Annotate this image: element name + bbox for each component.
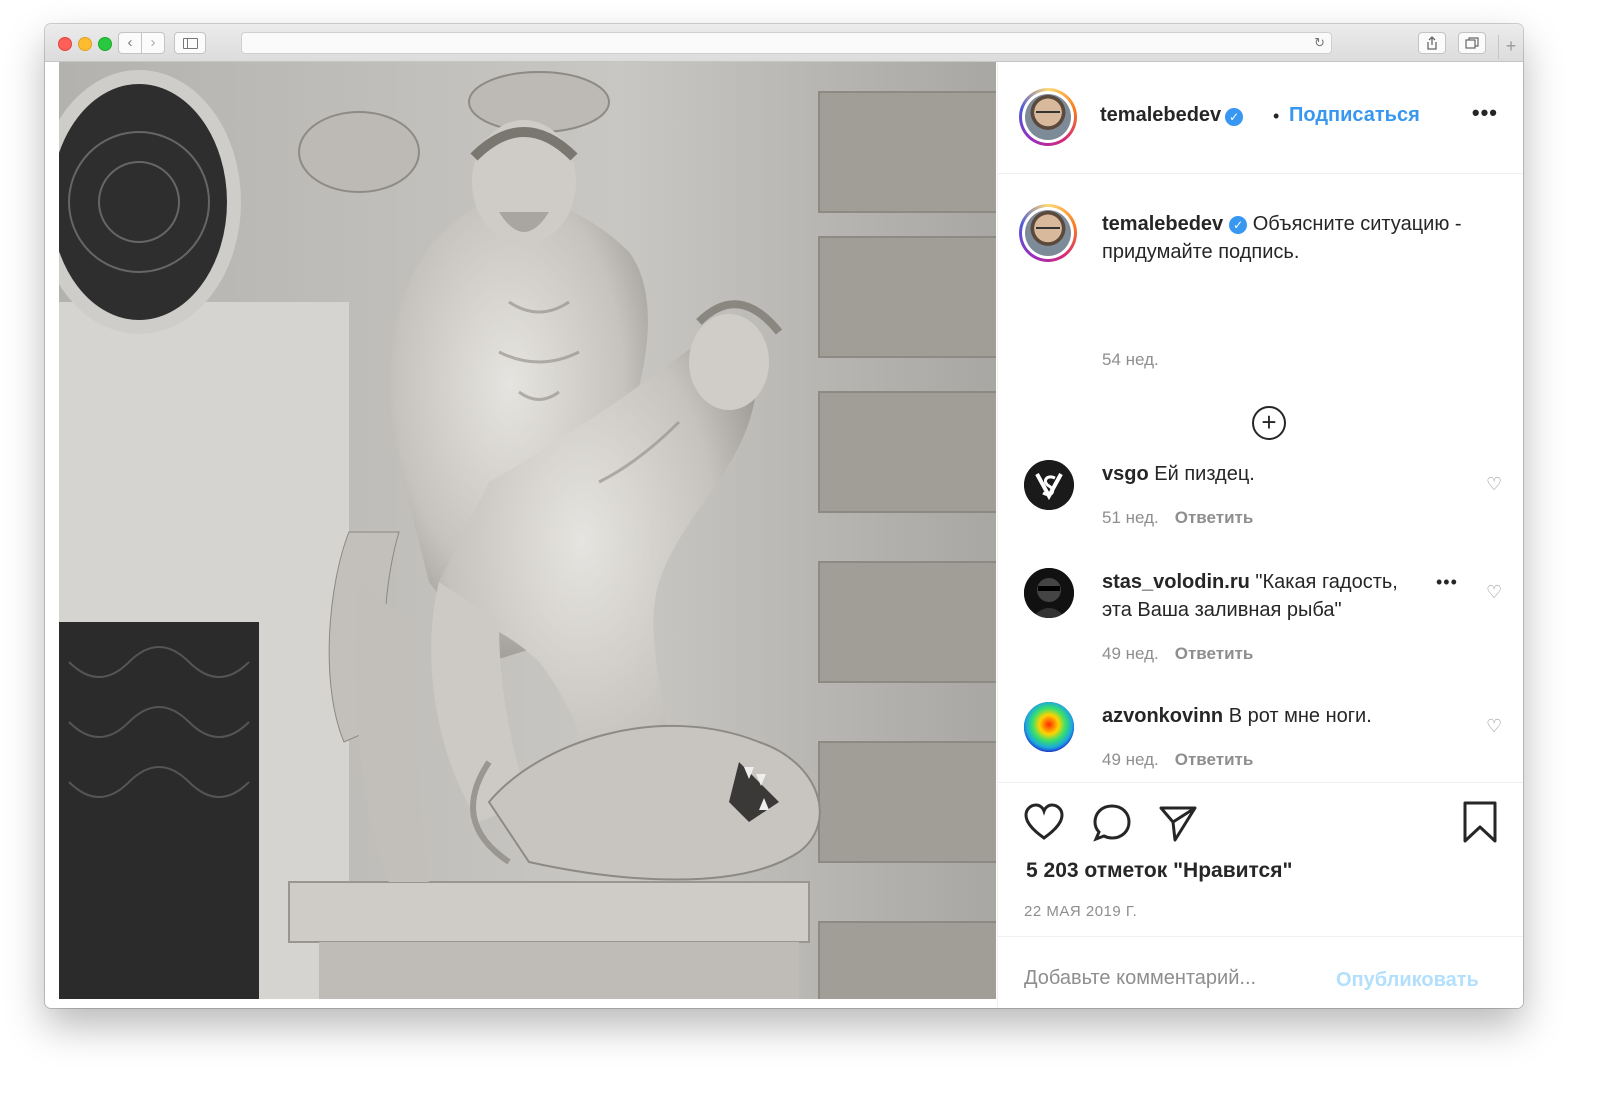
bookmark-icon[interactable] bbox=[1462, 801, 1498, 843]
browser-toolbar: ‹ › ↻ + bbox=[45, 24, 1523, 62]
post-photo[interactable] bbox=[59, 62, 996, 999]
follow-button[interactable]: Подписаться bbox=[1289, 104, 1420, 127]
comment-like-heart-icon[interactable]: ♡ bbox=[1486, 582, 1504, 602]
new-tab-button[interactable]: + bbox=[1498, 35, 1523, 59]
share-icon bbox=[1427, 36, 1437, 50]
add-comment-bar: Добавьте комментарий... Опубликовать bbox=[998, 936, 1523, 1008]
commenter-username-link[interactable]: stas_volodin.ru bbox=[1102, 571, 1250, 593]
stas-avatar-image bbox=[1024, 568, 1074, 618]
chevron-left-icon: ‹ bbox=[127, 34, 133, 51]
heart-icon[interactable] bbox=[1024, 803, 1064, 843]
comment-text: vsgo Ей пиздец. bbox=[1102, 460, 1462, 488]
address-bar[interactable]: ↻ bbox=[241, 32, 1332, 54]
reply-button[interactable]: Ответить bbox=[1175, 644, 1254, 663]
tabs-overview-icon bbox=[1465, 37, 1479, 49]
comment-options-icon[interactable]: ••• bbox=[1436, 572, 1458, 593]
show-tabs-button[interactable] bbox=[1458, 32, 1486, 54]
forward-button[interactable]: › bbox=[141, 32, 165, 54]
more-options-icon[interactable]: ••• bbox=[1472, 100, 1498, 126]
azvonkovinn-avatar-image bbox=[1024, 702, 1074, 752]
comment-input[interactable]: Добавьте комментарий... bbox=[1024, 967, 1256, 990]
comment-body: В рот мне ноги. bbox=[1228, 705, 1372, 727]
minimize-window-button[interactable] bbox=[78, 37, 92, 51]
caption-time[interactable]: 54 нед. bbox=[1102, 350, 1159, 370]
comment-text: stas_volodin.ru "Какая гадость, эта Ваша… bbox=[1102, 568, 1432, 624]
statue-photo-image bbox=[59, 62, 996, 999]
speech-bubble-icon[interactable] bbox=[1092, 803, 1132, 843]
paper-plane-icon[interactable] bbox=[1158, 803, 1198, 843]
comment-time[interactable]: 49 нед. bbox=[1102, 644, 1159, 663]
publish-comment-button[interactable]: Опубликовать bbox=[1336, 969, 1479, 992]
comment-like-heart-icon[interactable]: ♡ bbox=[1486, 716, 1504, 736]
sidebar-toggle-button[interactable] bbox=[174, 32, 206, 54]
comment-meta: 49 нед. Ответить bbox=[1102, 644, 1253, 664]
sidebar-icon bbox=[183, 38, 198, 49]
share-button[interactable] bbox=[1418, 32, 1446, 54]
commenter-avatar[interactable] bbox=[1024, 702, 1074, 752]
post-date[interactable]: 22 МАЯ 2019 Г. bbox=[1024, 903, 1137, 920]
commenter-username-link[interactable]: vsgo bbox=[1102, 463, 1149, 485]
vsgo-logo-icon bbox=[1024, 460, 1074, 510]
author-name-row: temalebedev ✓ bbox=[1100, 104, 1244, 127]
author-avatar[interactable] bbox=[1019, 88, 1077, 146]
caption-author-avatar[interactable] bbox=[1019, 204, 1077, 262]
comment-text: azvonkovinn В рот мне ноги. bbox=[1102, 702, 1462, 730]
browser-window: ‹ › ↻ + temalebedev ✓ • Подписаться ••• … bbox=[45, 24, 1523, 1008]
likes-count[interactable]: 5 203 отметок "Нравится" bbox=[1026, 859, 1292, 883]
comment-time[interactable]: 51 нед. bbox=[1102, 508, 1159, 527]
load-more-comments-icon[interactable]: + bbox=[1252, 406, 1286, 440]
reply-button[interactable]: Ответить bbox=[1175, 750, 1254, 769]
caption-username-link[interactable]: temalebedev bbox=[1102, 213, 1223, 235]
reload-icon[interactable]: ↻ bbox=[1314, 35, 1325, 51]
comment-time[interactable]: 49 нед. bbox=[1102, 750, 1159, 769]
comment-meta: 49 нед. Ответить bbox=[1102, 750, 1253, 770]
post-header: temalebedev ✓ • Подписаться ••• bbox=[998, 62, 1523, 174]
commenter-username-link[interactable]: azvonkovinn bbox=[1102, 705, 1223, 727]
author-username-link[interactable]: temalebedev bbox=[1100, 104, 1221, 126]
back-button[interactable]: ‹ bbox=[118, 32, 142, 54]
commenter-avatar[interactable] bbox=[1024, 568, 1074, 618]
verified-badge-icon: ✓ bbox=[1225, 107, 1244, 126]
plus-icon: + bbox=[1505, 36, 1517, 56]
verified-badge-icon: ✓ bbox=[1229, 215, 1248, 234]
comment-meta: 51 нед. Ответить bbox=[1102, 508, 1253, 528]
comment-body: Ей пиздец. bbox=[1154, 463, 1255, 485]
comment-like-heart-icon[interactable]: ♡ bbox=[1486, 474, 1504, 494]
reply-button[interactable]: Ответить bbox=[1175, 508, 1254, 527]
close-window-button[interactable] bbox=[58, 37, 72, 51]
caption-text: temalebedev ✓ Объясните ситуацию - придум… bbox=[1102, 210, 1512, 266]
post-sidebar: temalebedev ✓ • Подписаться ••• temalebed… bbox=[997, 62, 1523, 1008]
zoom-window-button[interactable] bbox=[98, 37, 112, 51]
commenter-avatar[interactable] bbox=[1024, 460, 1074, 510]
chevron-right-icon: › bbox=[150, 34, 156, 51]
separator-dot: • bbox=[1273, 106, 1280, 126]
